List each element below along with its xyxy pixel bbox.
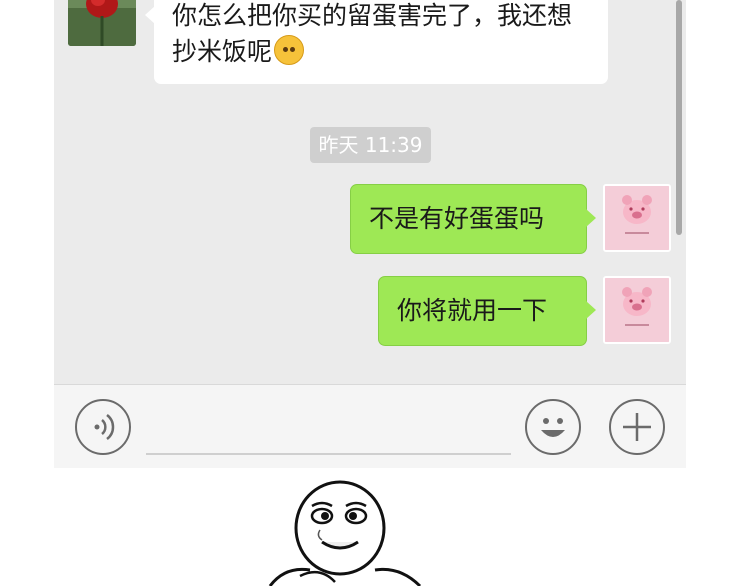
pig-avatar-image (605, 278, 669, 342)
my-avatar[interactable] (603, 276, 671, 344)
pig-avatar-image (605, 186, 669, 250)
my-avatar[interactable] (603, 184, 671, 252)
contact-avatar[interactable] (68, 0, 136, 46)
message-list[interactable]: 你怎么把你买的留蛋害完了，我还想抄米饭呢 昨天 11:39 不是有好蛋蛋吗 你将… (54, 0, 686, 384)
emoji-icon (541, 418, 565, 437)
voice-button[interactable] (75, 399, 131, 455)
outgoing-message-bubble[interactable]: 你将就用一下 (378, 276, 596, 346)
emoji-button[interactable] (525, 399, 581, 455)
voice-icon (94, 414, 115, 440)
rose-avatar-image (68, 0, 136, 46)
plus-icon (623, 413, 651, 441)
chat-window: 你怎么把你买的留蛋害完了，我还想抄米饭呢 昨天 11:39 不是有好蛋蛋吗 你将… (54, 0, 686, 468)
more-options-button[interactable] (609, 399, 665, 455)
outgoing-message-bubble[interactable]: 不是有好蛋蛋吗 (350, 184, 596, 254)
message-text: 你怎么把你买的留蛋害完了，我还想抄米饭呢 (172, 1, 573, 66)
message-timestamp: 昨天 11:39 (310, 127, 431, 163)
input-bar (54, 384, 686, 468)
meme-face-drawing (268, 480, 422, 586)
incoming-message-bubble[interactable]: 你怎么把你买的留蛋害完了，我还想抄米饭呢 (145, 0, 608, 84)
message-text: 不是有好蛋蛋吗 (369, 204, 545, 233)
message-text: 你将就用一下 (397, 296, 548, 325)
chat-scrollbar[interactable] (676, 0, 682, 235)
worried-face-emoji-icon (274, 35, 305, 65)
meme-sticker (150, 470, 600, 586)
message-input[interactable] (146, 453, 511, 455)
